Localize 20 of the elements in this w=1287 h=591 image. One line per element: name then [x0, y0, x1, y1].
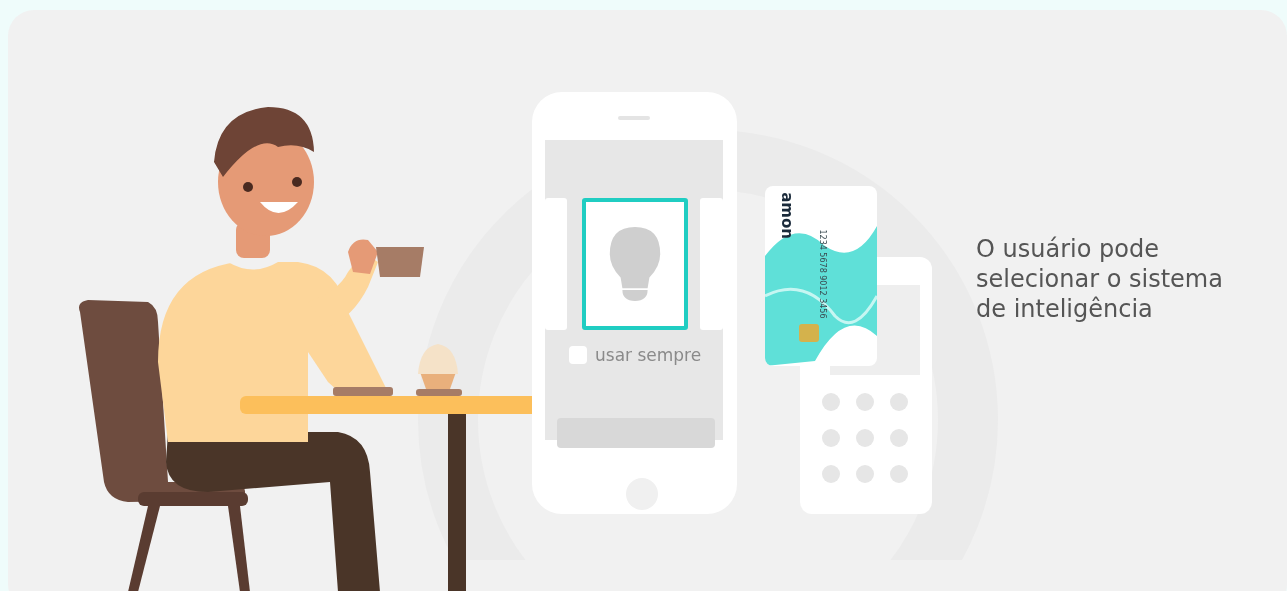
keypad-key	[822, 429, 840, 447]
keypad-key	[856, 393, 874, 411]
keypad-key	[890, 393, 908, 411]
button-placeholder[interactable]	[557, 418, 715, 448]
option-card[interactable]	[700, 198, 723, 330]
option-card[interactable]	[545, 198, 567, 330]
keypad-key	[890, 465, 908, 483]
keypad-key	[822, 393, 840, 411]
option-card[interactable]	[582, 198, 688, 330]
card-brand-logo: amon	[778, 192, 794, 239]
keypad-key	[890, 429, 908, 447]
lightbulb-icon	[608, 225, 662, 303]
keypad-key	[856, 429, 874, 447]
keypad-key	[822, 465, 840, 483]
caption-text: O usuário pode selecionar o sistema de inteligência	[976, 234, 1224, 324]
card-chip-icon	[799, 324, 819, 342]
card-number: 1234 5678 9012 3456	[817, 229, 826, 319]
checkbox[interactable]	[569, 346, 587, 364]
checkbox-label: usar sempre	[595, 345, 702, 365]
keypad-key	[856, 465, 874, 483]
